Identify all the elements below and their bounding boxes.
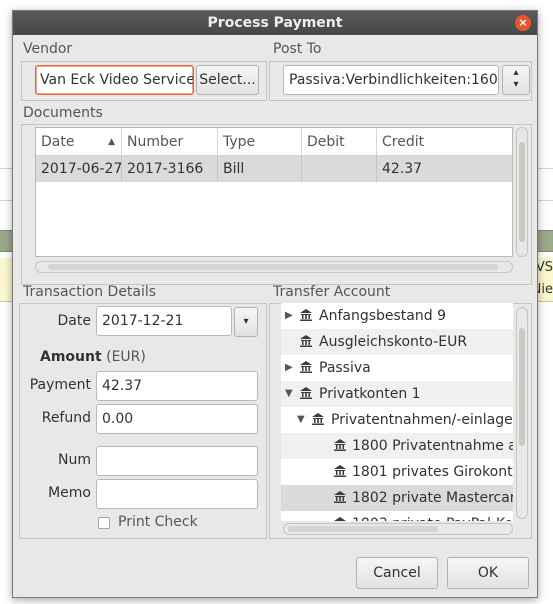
transfer-vertical-scrollbar[interactable] <box>516 307 528 519</box>
documents-table: Date ▲ Number Type Debit Credit 2017-06-… <box>35 127 513 257</box>
column-header-credit[interactable]: Credit <box>377 128 512 156</box>
amount-heading: Amount (EUR) <box>40 349 146 365</box>
date-field[interactable]: 2017-12-21 <box>96 306 232 336</box>
tree-item-label: Privatentnahmen/-einlagen <box>331 412 513 428</box>
documents-horizontal-scrollbar[interactable] <box>35 261 513 273</box>
amount-currency: (EUR) <box>106 349 146 365</box>
process-payment-dialog: Process Payment × Vendor Van Eck Video S… <box>12 10 538 598</box>
bank-account-icon <box>334 517 346 521</box>
background-text: VS <box>535 260 553 275</box>
bank-account-icon <box>300 335 312 347</box>
close-icon[interactable]: × <box>515 15 531 31</box>
date-label: Date <box>57 313 91 329</box>
bank-account-icon <box>334 465 346 477</box>
tree-item-passiva[interactable]: ▶ Passiva <box>281 355 513 381</box>
print-check-label[interactable]: Print Check <box>118 514 198 530</box>
transaction-details-label: Transaction Details <box>23 284 157 300</box>
documents-vertical-scrollbar[interactable] <box>516 127 528 257</box>
vendor-input[interactable]: Van Eck Video Services <box>35 65 194 95</box>
refund-label: Refund <box>41 410 91 426</box>
chevron-down-icon: ▾ <box>243 316 249 327</box>
sort-ascending-icon: ▲ <box>108 137 115 147</box>
tree-item-1801[interactable]: 1801 privates Girokonto <box>281 459 513 485</box>
tree-item-label: 1803 private PayPal-Konto <box>352 511 513 521</box>
scrollbar-thumb[interactable] <box>48 264 498 270</box>
column-header-date[interactable]: Date ▲ <box>36 128 122 156</box>
column-header-type[interactable]: Type <box>218 128 302 156</box>
ok-button[interactable]: OK <box>447 557 529 589</box>
vendor-value: Van Eck Video Services <box>40 72 194 88</box>
bank-account-icon <box>334 439 346 451</box>
cell-debit <box>302 156 377 182</box>
bank-account-icon <box>300 387 312 399</box>
num-label: Num <box>58 452 91 468</box>
tree-item-label: 1802 private Mastercard <box>352 490 513 506</box>
cell-type: Bill <box>218 156 302 182</box>
payment-label: Payment <box>29 377 91 393</box>
tree-item-1800[interactable]: 1800 Privatentnahme allge <box>281 433 513 459</box>
tree-item-label: Anfangsbestand 9 <box>319 308 446 324</box>
cancel-button[interactable]: Cancel <box>356 557 438 589</box>
cell-number: 2017-3166 <box>122 156 218 182</box>
tree-item-ausgleichskonto[interactable]: Ausgleichskonto-EUR <box>281 329 513 355</box>
scrollbar-thumb[interactable] <box>519 142 525 242</box>
expand-right-icon[interactable]: ▶ <box>285 303 293 329</box>
amount-label: Amount <box>40 349 102 365</box>
column-header-debit[interactable]: Debit <box>302 128 377 156</box>
tree-item-privatentnahmen[interactable]: ▼ Privatentnahmen/-einlagen <box>281 407 513 433</box>
transfer-account-tree: ▶ Anfangsbestand 9 Ausgleichskonto-EUR ▶… <box>281 303 513 521</box>
table-row[interactable]: 2017-06-27 2017-3166 Bill 42.37 <box>36 156 512 182</box>
vendor-select-button[interactable]: Select... <box>196 65 259 95</box>
post-to-frame-label: Post To <box>273 41 322 57</box>
tree-item-1803[interactable]: 1803 private PayPal-Konto <box>281 511 513 521</box>
bank-account-icon <box>300 309 312 321</box>
tree-item-privatkonten[interactable]: ▼ Privatkonten 1 <box>281 381 513 407</box>
spin-up-icon: ▴ <box>513 67 519 78</box>
spin-down-icon: ▾ <box>513 79 519 90</box>
column-header-number[interactable]: Number <box>122 128 218 156</box>
expand-down-icon[interactable]: ▼ <box>297 407 305 433</box>
transfer-horizontal-scrollbar[interactable] <box>283 523 513 535</box>
calendar-dropdown-button[interactable]: ▾ <box>234 307 258 337</box>
tree-item-label: 1801 privates Girokonto <box>352 464 513 480</box>
expand-down-icon[interactable]: ▼ <box>285 381 293 407</box>
post-to-account-field[interactable]: Passiva:Verbindlichkeiten:1600 V <box>283 65 499 95</box>
refund-field[interactable]: 0.00 <box>96 404 258 434</box>
memo-field[interactable] <box>96 479 258 509</box>
dialog-title: Process Payment <box>207 15 343 31</box>
scrollbar-thumb[interactable] <box>288 526 438 532</box>
tree-item-anfangsbestand[interactable]: ▶ Anfangsbestand 9 <box>281 303 513 329</box>
payment-field[interactable]: 42.37 <box>96 371 258 401</box>
post-to-spin-button[interactable]: ▴ ▾ <box>502 65 530 95</box>
expand-right-icon[interactable]: ▶ <box>285 355 293 381</box>
documents-frame-label: Documents <box>23 105 103 121</box>
transfer-account-label: Transfer Account <box>273 284 391 300</box>
bank-account-icon <box>334 491 346 503</box>
num-field[interactable] <box>96 446 258 476</box>
column-header-label: Date <box>41 134 75 150</box>
title-bar: Process Payment × <box>13 11 537 35</box>
memo-label: Memo <box>48 485 91 501</box>
tree-item-label: Privatkonten 1 <box>319 386 421 402</box>
scrollbar-thumb[interactable] <box>519 328 525 446</box>
print-check-checkbox[interactable] <box>98 517 110 529</box>
bank-account-icon <box>300 361 312 373</box>
tree-item-label: Ausgleichskonto-EUR <box>319 334 468 350</box>
tree-item-1802[interactable]: 1802 private Mastercard <box>281 485 513 511</box>
vendor-frame-label: Vendor <box>23 41 73 57</box>
tree-item-label: Passiva <box>319 360 371 376</box>
bank-account-icon <box>312 413 324 425</box>
cell-date: 2017-06-27 <box>36 156 122 182</box>
tree-item-label: 1800 Privatentnahme allge <box>352 438 513 454</box>
cell-credit: 42.37 <box>382 161 423 177</box>
